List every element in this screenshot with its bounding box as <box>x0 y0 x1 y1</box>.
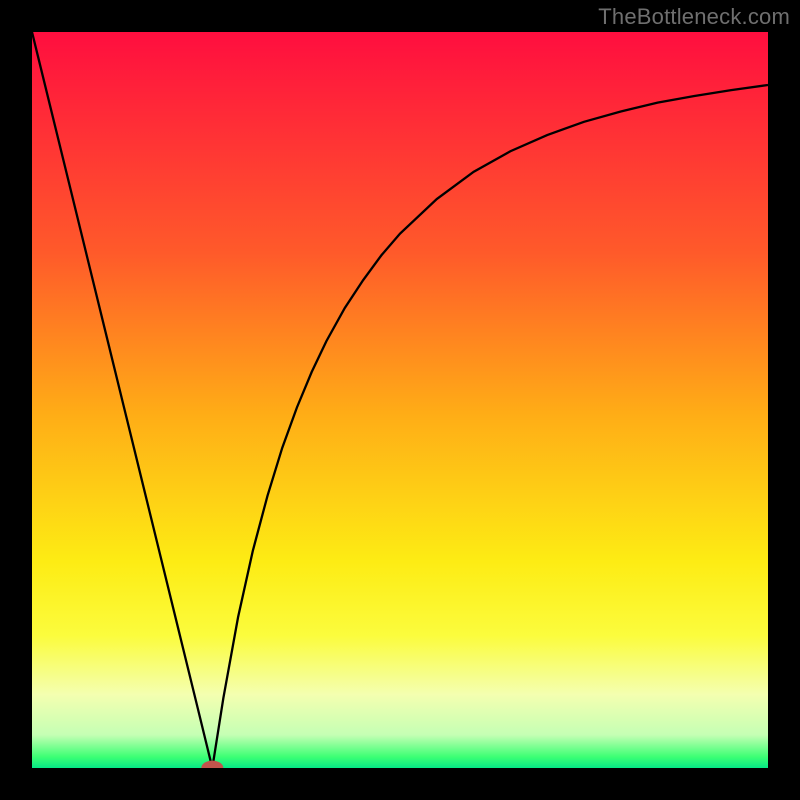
gradient-background <box>32 32 768 768</box>
watermark-label: TheBottleneck.com <box>598 4 790 30</box>
chart-frame: TheBottleneck.com <box>0 0 800 800</box>
bottleneck-chart <box>32 32 768 768</box>
